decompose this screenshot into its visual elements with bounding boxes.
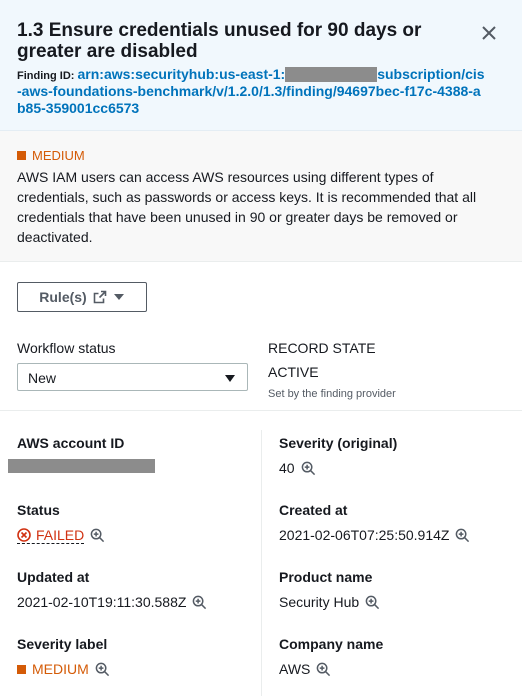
updated-at-value: 2021-02-10T19:11:30.588Z [17,594,187,610]
severity-square-icon [17,664,26,674]
external-link-icon [93,290,107,304]
product-name-row: Security Hub [279,594,380,610]
zoom-in-icon[interactable] [192,595,207,610]
zoom-in-icon[interactable] [316,662,331,677]
close-button[interactable] [476,20,502,46]
zoom-in-icon[interactable] [301,461,316,476]
workflow-status-select[interactable]: New [17,363,248,391]
finding-description: AWS IAM users can access AWS resources u… [17,169,477,245]
severity-badge-label: MEDIUM [32,148,85,163]
account-id-label: AWS account ID [17,435,125,451]
created-at-value: 2021-02-06T07:25:50.914Z [279,527,450,543]
workflow-status-label: Workflow status [17,340,116,356]
created-at-label: Created at [279,502,348,518]
rules-button-label: Rule(s) [39,289,87,305]
record-state-note: Set by the finding provider [268,388,396,400]
company-name-value: AWS [279,661,311,677]
workflow-status-value: New [28,370,57,386]
severity-original-label: Severity (original) [279,435,398,451]
company-name-row: AWS [279,661,331,677]
zoom-in-icon[interactable] [365,595,380,610]
company-name-label: Company name [279,636,384,652]
severity-badge: MEDIUM [17,148,85,163]
product-name-value: Security Hub [279,594,360,610]
column-divider [261,430,262,696]
severity-original-row: 40 [279,460,316,476]
finding-id-prefix[interactable]: arn:aws:securityhub:us-east-1: [78,66,286,82]
section-divider [0,410,522,411]
finding-title: 1.3 Ensure credentials unused for 90 day… [17,20,422,62]
close-icon [482,26,496,40]
status-value: FAILED [36,527,85,543]
finding-id-label: Finding ID: [17,70,75,82]
product-name-label: Product name [279,569,373,585]
severity-square-icon [17,151,26,160]
severity-original-value: 40 [279,460,295,476]
rules-button[interactable]: Rule(s) [17,282,147,312]
zoom-in-icon[interactable] [95,662,110,677]
caret-down-icon [225,375,235,382]
finding-id: Finding ID: arn:aws:securityhub:us-east-… [17,67,487,118]
created-at-row: 2021-02-06T07:25:50.914Z [279,527,470,543]
severity-label-row: MEDIUM [17,661,110,677]
severity-label-value: MEDIUM [32,661,89,677]
status-row: FAILED [17,527,105,544]
status-failed-badge: FAILED [17,527,85,544]
redacted-account-id-value [8,459,155,473]
updated-at-label: Updated at [17,569,90,585]
zoom-in-icon[interactable] [455,528,470,543]
record-state-value: ACTIVE [268,364,319,380]
redacted-account-id [285,67,378,82]
record-state-label: RECORD STATE [268,340,376,356]
severity-label-label: Severity label [17,636,108,652]
error-circle-icon [17,528,31,542]
status-label: Status [17,502,60,518]
caret-down-icon [113,294,124,300]
updated-at-row: 2021-02-10T19:11:30.588Z [17,594,207,610]
zoom-in-icon[interactable] [90,528,105,543]
